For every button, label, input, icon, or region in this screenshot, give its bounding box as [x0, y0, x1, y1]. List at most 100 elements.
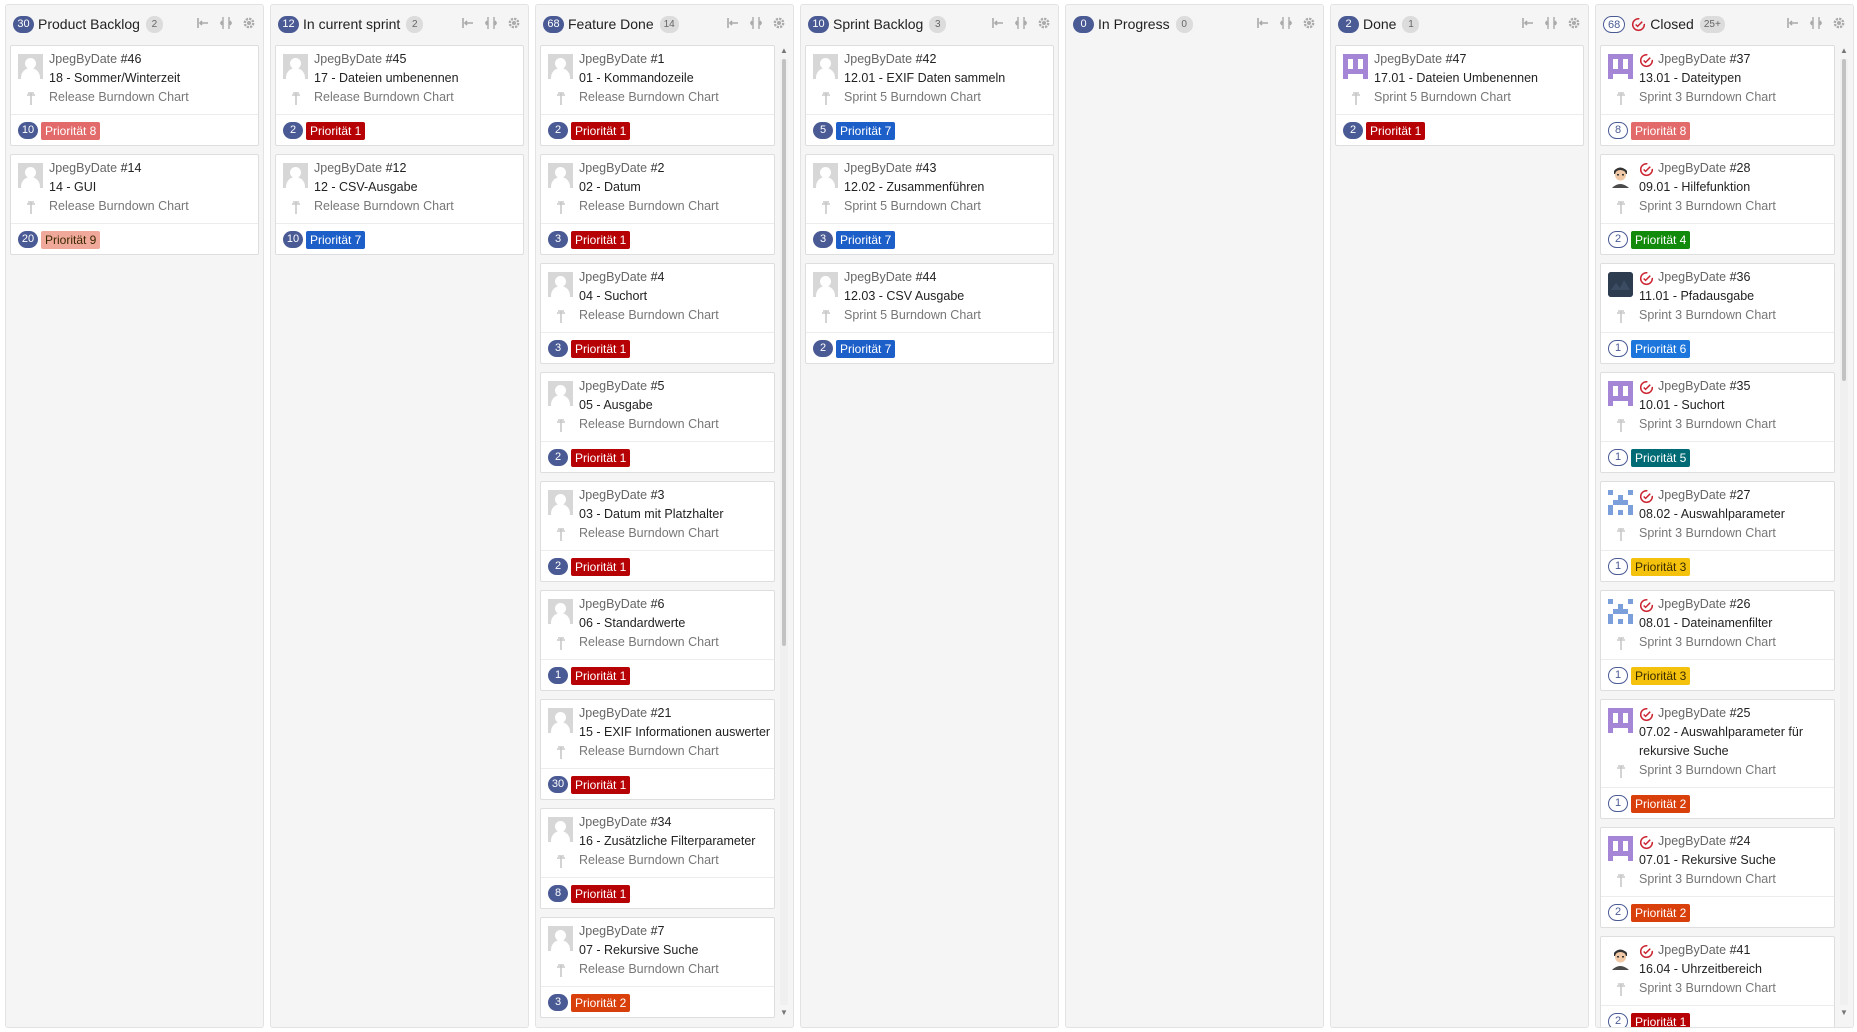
milestone-label[interactable]: Sprint 5 Burndown Chart	[844, 197, 1049, 216]
issue-reference[interactable]: JpegByDate #21	[579, 704, 770, 723]
milestone-label[interactable]: Release Burndown Chart	[314, 197, 519, 216]
issue-card[interactable]: JpegByDate #25 07.02 - Auswahlparameter f…	[1600, 699, 1835, 819]
compress-icon[interactable]	[749, 16, 763, 33]
issue-card[interactable]: JpegByDate #3 03 - Datum mit Platzhalter R…	[540, 481, 775, 582]
priority-label[interactable]: Priorität 2	[1631, 794, 1691, 813]
issue-reference[interactable]: JpegByDate #3	[579, 486, 770, 505]
compress-icon[interactable]	[219, 16, 233, 33]
issue-reference[interactable]: JpegByDate #5	[579, 377, 770, 396]
issue-card[interactable]: JpegByDate #26 08.01 - Dateinamenfilter Sp…	[1600, 590, 1835, 691]
avatar[interactable]	[548, 599, 573, 624]
issue-reference[interactable]: JpegByDate #26	[1658, 595, 1830, 614]
column-title[interactable]: Sprint Backlog	[833, 16, 923, 32]
issue-title[interactable]: 08.02 - Auswahlparameter	[1639, 505, 1830, 524]
issue-title[interactable]: 12.01 - EXIF Daten sammeln	[844, 69, 1049, 88]
avatar[interactable]	[548, 708, 573, 733]
milestone-label[interactable]: Sprint 5 Burndown Chart	[844, 88, 1049, 107]
column-title[interactable]: Done	[1363, 16, 1396, 32]
issue-reference[interactable]: JpegByDate #12	[314, 159, 519, 178]
compress-icon[interactable]	[1544, 16, 1558, 33]
milestone-label[interactable]: Sprint 3 Burndown Chart	[1639, 306, 1830, 325]
milestone-label[interactable]: Release Burndown Chart	[579, 197, 770, 216]
issue-title[interactable]: 07 - Rekursive Suche	[579, 941, 770, 960]
issue-card[interactable]: JpegByDate #14 14 - GUI Release Burndown C…	[10, 154, 259, 255]
milestone-label[interactable]: Release Burndown Chart	[579, 306, 770, 325]
issue-card[interactable]: JpegByDate #1 01 - Kommandozeile Release B…	[540, 45, 775, 146]
issue-title[interactable]: 09.01 - Hilfefunktion	[1639, 178, 1830, 197]
issue-reference[interactable]: JpegByDate #34	[579, 813, 770, 832]
issue-card[interactable]: JpegByDate #36 11.01 - Pfadausgabe Sprint …	[1600, 263, 1835, 364]
compress-icon[interactable]	[484, 16, 498, 33]
issue-card[interactable]: JpegByDate #7 07 - Rekursive Suche Release…	[540, 917, 775, 1018]
issue-card[interactable]: JpegByDate #43 12.02 - Zusammenführen Spri…	[805, 154, 1054, 255]
priority-label[interactable]: Priorität 3	[1631, 557, 1691, 576]
column-title[interactable]: In Progress	[1098, 16, 1170, 32]
issue-card[interactable]: JpegByDate #41 16.04 - Uhrzeitbereich Spri…	[1600, 936, 1835, 1027]
priority-label[interactable]: Priorität 1	[571, 230, 631, 249]
issue-title[interactable]: 03 - Datum mit Platzhalter	[579, 505, 770, 524]
avatar[interactable]	[1608, 163, 1633, 188]
priority-label[interactable]: Priorität 1	[571, 666, 631, 685]
scroll-up-arrow[interactable]: ▲	[777, 45, 791, 57]
milestone-label[interactable]: Sprint 3 Burndown Chart	[1639, 88, 1830, 107]
priority-label[interactable]: Priorität 5	[1631, 448, 1691, 467]
priority-label[interactable]: Priorität 7	[836, 230, 896, 249]
issue-reference[interactable]: JpegByDate #2	[579, 159, 770, 178]
issue-title[interactable]: 05 - Ausgabe	[579, 396, 770, 415]
avatar[interactable]	[548, 817, 573, 842]
milestone-label[interactable]: Sprint 5 Burndown Chart	[844, 306, 1049, 325]
milestone-label[interactable]: Sprint 5 Burndown Chart	[1374, 88, 1579, 107]
priority-label[interactable]: Priorität 1	[571, 775, 631, 794]
avatar[interactable]	[548, 381, 573, 406]
avatar[interactable]	[1608, 381, 1633, 406]
column-scrollbar[interactable]: ▲ ▼	[777, 45, 791, 1019]
avatar[interactable]	[548, 163, 573, 188]
issue-title[interactable]: 10.01 - Suchort	[1639, 396, 1830, 415]
priority-label[interactable]: Priorität 7	[836, 339, 896, 358]
scroll-down-arrow[interactable]: ▼	[1837, 1007, 1851, 1019]
column-title[interactable]: Closed	[1650, 16, 1694, 32]
priority-label[interactable]: Priorität 4	[1631, 230, 1691, 249]
scroll-down-arrow[interactable]: ▼	[777, 1007, 791, 1019]
priority-label[interactable]: Priorität 1	[306, 121, 366, 140]
issue-title[interactable]: 17.01 - Dateien Umbenennen	[1374, 69, 1579, 88]
issue-card[interactable]: JpegByDate #44 12.03 - CSV Ausgabe Sprint …	[805, 263, 1054, 364]
scroll-track[interactable]	[780, 59, 788, 1005]
collapse-icon[interactable]	[726, 16, 740, 33]
priority-label[interactable]: Priorität 1	[1631, 1012, 1691, 1027]
issue-card[interactable]: JpegByDate #34 16 - Zusätzliche Filterpar…	[540, 808, 775, 909]
column-title[interactable]: In current sprint	[303, 16, 400, 32]
issue-title[interactable]: 07.02 - Auswahlparameter für rekursive S…	[1639, 723, 1830, 761]
gear-icon[interactable]	[507, 16, 521, 33]
issue-title[interactable]: 12.02 - Zusammenführen	[844, 178, 1049, 197]
priority-label[interactable]: Priorität 8	[1631, 121, 1691, 140]
issue-title[interactable]: 01 - Kommandozeile	[579, 69, 770, 88]
milestone-label[interactable]: Release Burndown Chart	[579, 633, 770, 652]
issue-card[interactable]: JpegByDate #28 09.01 - Hilfefunktion Sprin…	[1600, 154, 1835, 255]
column-title[interactable]: Product Backlog	[38, 16, 140, 32]
issue-reference[interactable]: JpegByDate #47	[1374, 50, 1579, 69]
avatar[interactable]	[813, 54, 838, 79]
avatar[interactable]	[1608, 54, 1633, 79]
avatar[interactable]	[548, 272, 573, 297]
collapse-icon[interactable]	[1256, 16, 1270, 33]
gear-icon[interactable]	[242, 16, 256, 33]
issue-title[interactable]: 02 - Datum	[579, 178, 770, 197]
priority-label[interactable]: Priorität 2	[571, 993, 631, 1012]
priority-label[interactable]: Priorität 1	[571, 557, 631, 576]
priority-label[interactable]: Priorität 7	[306, 230, 366, 249]
issue-card[interactable]: JpegByDate #5 05 - Ausgabe Release Burndow…	[540, 372, 775, 473]
gear-icon[interactable]	[1567, 16, 1581, 33]
issue-reference[interactable]: JpegByDate #28	[1658, 159, 1830, 178]
issue-card[interactable]: JpegByDate #24 07.01 - Rekursive Suche Spr…	[1600, 827, 1835, 928]
issue-reference[interactable]: JpegByDate #42	[844, 50, 1049, 69]
issue-title[interactable]: 07.01 - Rekursive Suche	[1639, 851, 1830, 870]
issue-title[interactable]: 16 - Zusätzliche Filterparameter	[579, 832, 770, 851]
issue-reference[interactable]: JpegByDate #41	[1658, 941, 1830, 960]
avatar[interactable]	[18, 163, 43, 188]
collapse-icon[interactable]	[991, 16, 1005, 33]
issue-reference[interactable]: JpegByDate #44	[844, 268, 1049, 287]
issue-reference[interactable]: JpegByDate #45	[314, 50, 519, 69]
priority-label[interactable]: Priorität 9	[41, 230, 101, 249]
avatar[interactable]	[548, 54, 573, 79]
